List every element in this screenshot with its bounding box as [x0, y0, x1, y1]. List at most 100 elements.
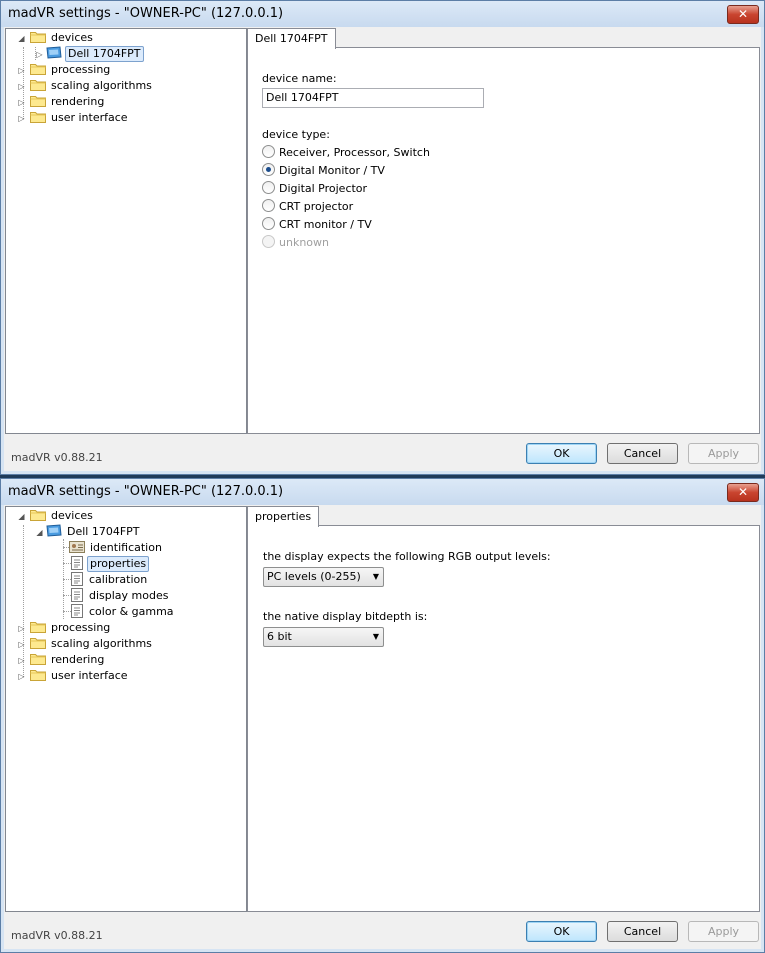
document-icon — [71, 588, 83, 602]
settings-window-properties: madVR settings - "OWNER-PC" (127.0.0.1) … — [0, 478, 765, 953]
tree-item-label: user interface — [51, 111, 128, 124]
version-label: madVR v0.88.21 — [11, 451, 103, 464]
close-button[interactable]: ✕ — [727, 483, 759, 502]
tree-line — [63, 563, 71, 564]
tree-item-label: user interface — [51, 669, 128, 682]
tree-item-label: scaling algorithms — [51, 79, 152, 92]
rgb-levels-select[interactable]: PC levels (0-255) ▼ — [263, 567, 384, 587]
radio-label: unknown — [279, 236, 329, 249]
title-bar[interactable]: madVR settings - "OWNER-PC" (127.0.0.1) … — [1, 479, 764, 505]
folder-icon — [30, 669, 46, 681]
tree-item-processing[interactable]: ▷ processing — [17, 62, 112, 78]
tree-item-label: Dell 1704FPT — [67, 525, 140, 538]
tree-item-user-interface[interactable]: ▷ user interface — [17, 110, 130, 126]
radio-crt-monitor[interactable]: CRT monitor / TV — [262, 217, 372, 233]
radio-circle — [262, 235, 275, 248]
folder-icon — [30, 653, 46, 665]
device-name-field[interactable]: Dell 1704FPT — [262, 88, 484, 108]
tree-item-device[interactable]: ▷ Dell 1704FPT — [35, 46, 144, 62]
tree-line — [63, 611, 71, 612]
ok-button[interactable]: OK — [526, 443, 597, 464]
tree-item-label: devices — [51, 31, 93, 44]
window-title: madVR settings - "OWNER-PC" (127.0.0.1) — [8, 6, 284, 21]
collapse-icon[interactable]: ◢ — [35, 528, 44, 537]
tree-item-label: display modes — [89, 589, 169, 602]
folder-icon — [30, 111, 46, 123]
monitor-icon — [46, 46, 62, 60]
tree-item-rendering[interactable]: ▷ rendering — [17, 652, 106, 668]
tree-item-processing[interactable]: ▷ processing — [17, 620, 112, 636]
settings-tree[interactable]: ◢ devices ◢ Dell 1704FPT identification … — [5, 506, 247, 912]
expand-icon[interactable]: ▷ — [17, 114, 26, 123]
tree-item-label: identification — [90, 541, 162, 554]
rgb-levels-label: the display expects the following RGB ou… — [263, 550, 551, 563]
tree-item-color-gamma[interactable]: color & gamma — [71, 604, 176, 620]
tree-item-scaling[interactable]: ▷ scaling algorithms — [17, 78, 154, 94]
collapse-icon[interactable]: ◢ — [17, 34, 26, 43]
tree-item-label: color & gamma — [89, 605, 174, 618]
expand-icon[interactable]: ▷ — [17, 82, 26, 91]
tree-item-scaling[interactable]: ▷ scaling algorithms — [17, 636, 154, 652]
radio-circle — [262, 145, 275, 158]
bitdepth-label: the native display bitdepth is: — [263, 610, 428, 623]
bitdepth-value: 6 bit — [267, 630, 292, 643]
document-icon — [71, 556, 83, 570]
close-button[interactable]: ✕ — [727, 5, 759, 24]
title-bar[interactable]: madVR settings - "OWNER-PC" (127.0.0.1) … — [1, 1, 764, 27]
folder-icon — [30, 79, 46, 91]
tree-line — [63, 579, 71, 580]
tab-page: the display expects the following RGB ou… — [247, 525, 760, 912]
tree-item-label: processing — [51, 63, 111, 76]
folder-icon — [30, 621, 46, 633]
tree-item-rendering[interactable]: ▷ rendering — [17, 94, 106, 110]
expand-icon[interactable]: ▷ — [17, 656, 26, 665]
folder-icon — [30, 31, 46, 43]
client-area: ◢ devices ▷ Dell 1704FPT ▷ processing ▷ … — [4, 27, 761, 471]
tree-item-device[interactable]: ◢ Dell 1704FPT — [35, 524, 142, 540]
window-title: madVR settings - "OWNER-PC" (127.0.0.1) — [8, 484, 284, 499]
document-icon — [71, 604, 83, 618]
tree-item-label: properties — [87, 556, 150, 572]
folder-icon — [30, 95, 46, 107]
tree-item-label: calibration — [89, 573, 148, 586]
tree-item-devices[interactable]: ◢ devices — [17, 508, 95, 524]
expand-icon[interactable]: ▷ — [17, 624, 26, 633]
radio-digital-projector[interactable]: Digital Projector — [262, 181, 367, 197]
radio-receiver[interactable]: Receiver, Processor, Switch — [262, 145, 430, 161]
folder-icon — [30, 509, 46, 521]
expand-icon[interactable]: ▷ — [35, 50, 44, 59]
bitdepth-select[interactable]: 6 bit ▼ — [263, 627, 384, 647]
tree-item-identification[interactable]: identification — [69, 540, 164, 556]
radio-circle — [262, 217, 275, 230]
expand-icon[interactable]: ▷ — [17, 98, 26, 107]
settings-tree[interactable]: ◢ devices ▷ Dell 1704FPT ▷ processing ▷ … — [5, 28, 247, 434]
cancel-button[interactable]: Cancel — [607, 921, 678, 942]
radio-label: Digital Projector — [279, 182, 368, 195]
radio-crt-projector[interactable]: CRT projector — [262, 199, 353, 215]
radio-label: Digital Monitor / TV — [279, 164, 385, 177]
tab-device[interactable]: Dell 1704FPT — [247, 28, 336, 49]
tab-properties[interactable]: properties — [247, 506, 320, 527]
tree-item-display-modes[interactable]: display modes — [71, 588, 170, 604]
expand-icon[interactable]: ▷ — [17, 66, 26, 75]
settings-window-devices: madVR settings - "OWNER-PC" (127.0.0.1) … — [0, 0, 765, 475]
tree-item-calibration[interactable]: calibration — [71, 572, 149, 588]
tree-item-label: rendering — [51, 653, 105, 666]
tree-line — [63, 595, 71, 596]
expand-icon[interactable]: ▷ — [17, 640, 26, 649]
tree-item-label: scaling algorithms — [51, 637, 152, 650]
cancel-button[interactable]: Cancel — [607, 443, 678, 464]
tree-item-properties[interactable]: properties — [71, 556, 150, 572]
ok-button[interactable]: OK — [526, 921, 597, 942]
radio-label: CRT projector — [279, 200, 354, 213]
id-card-icon — [69, 541, 85, 553]
rgb-levels-value: PC levels (0-255) — [267, 570, 361, 583]
radio-digital-monitor[interactable]: Digital Monitor / TV — [262, 163, 385, 179]
tree-item-label: devices — [51, 509, 93, 522]
client-area: ◢ devices ◢ Dell 1704FPT identification … — [4, 505, 761, 949]
expand-icon[interactable]: ▷ — [17, 672, 26, 681]
tree-item-devices[interactable]: ◢ devices — [17, 30, 95, 46]
tree-item-user-interface[interactable]: ▷ user interface — [17, 668, 130, 684]
collapse-icon[interactable]: ◢ — [17, 512, 26, 521]
apply-button: Apply — [688, 921, 759, 942]
